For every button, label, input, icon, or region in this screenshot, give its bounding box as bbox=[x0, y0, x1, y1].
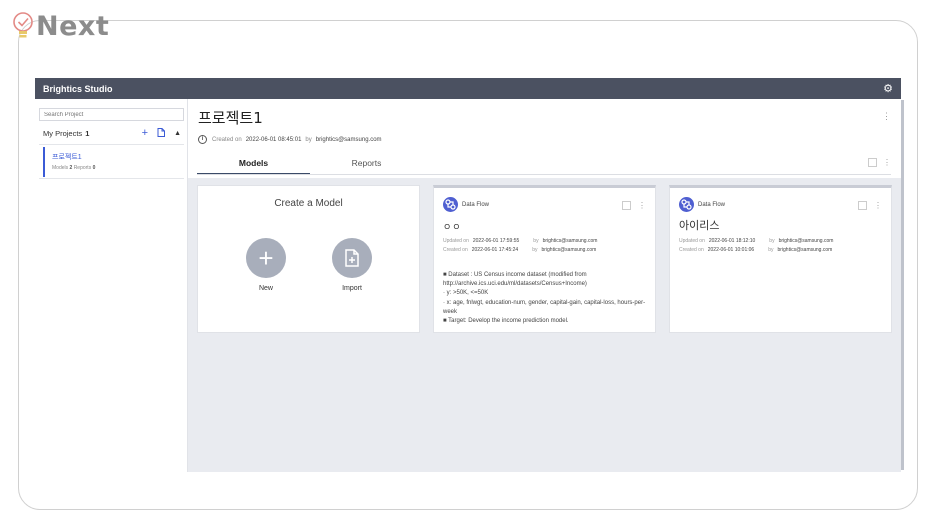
reports-label: Reports bbox=[73, 165, 92, 171]
model-created: Created on 2022-06-01 10:01:06 by bright… bbox=[679, 247, 832, 253]
model-card[interactable]: Data Flow ⋮ 아이리스 Updated on 2022-06-01 1… bbox=[669, 185, 892, 333]
created-label: Created on bbox=[443, 247, 468, 253]
model-card[interactable]: Data Flow ⋮ ㅇㅇ Updated on 2022-06-01 17:… bbox=[433, 185, 656, 333]
more-options-icon[interactable]: ⋮ bbox=[638, 201, 646, 210]
model-updated: Updated on 2022-06-01 17:59:55 by bright… bbox=[443, 238, 597, 244]
tab-bar: Models Reports bbox=[197, 155, 423, 175]
tab-models[interactable]: Models bbox=[197, 155, 310, 175]
project-meta: Models 2 Reports 0 bbox=[52, 165, 183, 171]
data-flow-icon bbox=[443, 197, 458, 212]
divider bbox=[39, 144, 184, 145]
data-flow-icon bbox=[679, 197, 694, 212]
model-checkbox[interactable] bbox=[622, 201, 631, 210]
models-label: Models bbox=[52, 165, 69, 171]
project-header: 프로젝트1 ⋮ i Created on 2022-06-01 08:45:01… bbox=[188, 99, 901, 178]
updated-value: 2022-06-01 17:59:55 bbox=[472, 238, 520, 244]
models-count: 2 bbox=[69, 165, 73, 171]
created-by: brightics@samsung.com bbox=[315, 136, 382, 143]
scrollbar[interactable] bbox=[901, 100, 904, 470]
gear-icon[interactable]: ⚙ bbox=[883, 82, 893, 95]
new-model-button[interactable]: + bbox=[246, 238, 286, 278]
info-icon: i bbox=[198, 135, 207, 144]
created-by: brightics@samsung.com bbox=[541, 247, 597, 253]
main-panel: 프로젝트1 ⋮ i Created on 2022-06-01 08:45:01… bbox=[188, 99, 901, 472]
import-label: Import bbox=[342, 285, 362, 292]
app-title: Brightics Studio bbox=[43, 83, 113, 94]
by-label: by bbox=[532, 247, 538, 253]
tab-reports[interactable]: Reports bbox=[310, 155, 423, 175]
create-model-card: Create a Model + New Import bbox=[197, 185, 420, 333]
brand-logo: Next bbox=[12, 9, 109, 43]
add-project-icon[interactable]: + bbox=[142, 128, 148, 139]
card-tools: ⋮ bbox=[858, 201, 882, 210]
model-updated: Updated on 2022-06-01 18:12:10 by bright… bbox=[679, 238, 833, 244]
more-options-icon[interactable]: ⋮ bbox=[883, 158, 891, 167]
model-title: ㅇㅇ bbox=[443, 223, 462, 233]
by-label: by bbox=[768, 247, 774, 253]
updated-label: Updated on bbox=[443, 238, 469, 244]
app-topbar: Brightics Studio ⚙ bbox=[35, 78, 901, 99]
created-label: Created on bbox=[212, 136, 242, 143]
my-projects-header: My Projects 1 + ▲ bbox=[43, 128, 181, 139]
updated-by: brightics@samsung.com bbox=[778, 238, 834, 244]
reports-count: 0 bbox=[92, 165, 96, 171]
by-label: by bbox=[305, 136, 312, 143]
more-options-icon[interactable]: ⋮ bbox=[874, 201, 882, 210]
import-model-button[interactable] bbox=[332, 238, 372, 278]
created-value: 2022-06-01 08:45:01 bbox=[245, 136, 302, 143]
created-label: Created on bbox=[679, 247, 704, 253]
model-type: Data Flow bbox=[443, 197, 489, 212]
more-options-icon[interactable]: ⋮ bbox=[882, 111, 891, 122]
create-model-title: Create a Model bbox=[274, 198, 343, 209]
model-type: Data Flow bbox=[679, 197, 725, 212]
project-info: i Created on 2022-06-01 08:45:01 by brig… bbox=[198, 135, 386, 144]
updated-label: Updated on bbox=[679, 238, 705, 244]
description-line: ■ Target: Develop the income prediction … bbox=[443, 318, 569, 325]
updated-value: 2022-06-01 18:12:10 bbox=[708, 238, 756, 244]
project-name: 프로젝트1 bbox=[52, 154, 82, 161]
divider bbox=[197, 174, 891, 175]
model-type-label: Data Flow bbox=[462, 201, 490, 208]
description-line: · x: age, fnlwgt, education-num, gender,… bbox=[443, 299, 646, 315]
import-file-icon bbox=[345, 249, 359, 267]
tab-tools: ⋮ bbox=[868, 158, 891, 167]
my-projects-label: My Projects bbox=[43, 129, 83, 138]
description-line: · y: >50K, <=50K bbox=[443, 290, 489, 297]
description-line: ■ Dataset : US Census income dataset (mo… bbox=[443, 272, 587, 288]
select-all-checkbox[interactable] bbox=[868, 158, 877, 167]
page-title: 프로젝트1 bbox=[198, 109, 263, 127]
by-label: by bbox=[533, 238, 539, 244]
brand-text: Next bbox=[36, 10, 110, 42]
search-input[interactable] bbox=[39, 108, 184, 121]
model-created: Created on 2022-06-01 17:45:24 by bright… bbox=[443, 247, 596, 253]
my-projects-count: 1 bbox=[85, 129, 90, 138]
model-title: 아이리스 bbox=[679, 219, 720, 232]
updated-by: brightics@samsung.com bbox=[542, 238, 598, 244]
lightbulb-check-icon bbox=[12, 9, 34, 43]
import-project-icon[interactable] bbox=[157, 128, 166, 139]
new-label: New bbox=[258, 285, 273, 292]
sidebar-item-project[interactable]: 프로젝트1 Models 2 Reports 0 bbox=[43, 147, 183, 177]
created-value: 2022-06-01 17:45:24 bbox=[471, 247, 519, 253]
card-tools: ⋮ bbox=[622, 201, 646, 210]
model-type-label: Data Flow bbox=[698, 201, 726, 208]
by-label: by bbox=[769, 238, 775, 244]
divider bbox=[39, 178, 184, 179]
created-value: 2022-06-01 10:01:06 bbox=[707, 247, 755, 253]
app-window: Brightics Studio ⚙ My Projects 1 + ▲ 프로젝… bbox=[35, 78, 904, 472]
model-checkbox[interactable] bbox=[858, 201, 867, 210]
created-by: brightics@samsung.com bbox=[777, 247, 833, 253]
plus-icon: + bbox=[258, 242, 274, 273]
sidebar: My Projects 1 + ▲ 프로젝트1 Models 2 Reports… bbox=[35, 99, 188, 472]
chevron-up-icon[interactable]: ▲ bbox=[174, 130, 181, 137]
model-description: ■ Dataset : US Census income dataset (mo… bbox=[443, 271, 648, 326]
